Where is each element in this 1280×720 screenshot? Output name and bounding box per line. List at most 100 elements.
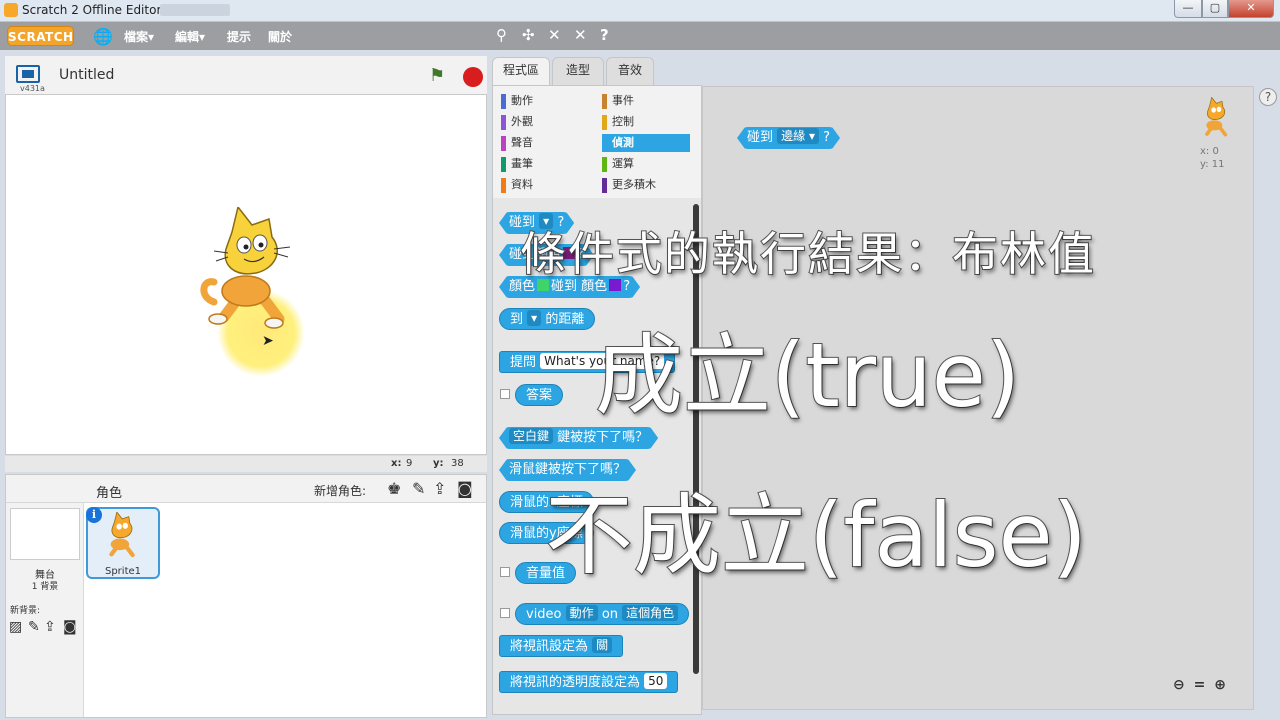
mouse-y-value: 38: [451, 458, 464, 469]
category-pen[interactable]: 畫筆: [501, 155, 589, 173]
category-list: 動作 外觀 聲音 畫筆 資料 事件 控制 偵測 運算 更多積木: [493, 86, 701, 198]
category-data[interactable]: 資料: [501, 176, 589, 194]
block-video-motion[interactable]: video 動作 on 這個角色: [515, 603, 690, 625]
backdrop-count: 1 背景: [31, 582, 59, 592]
sprite-panel-header: 角色 新增角色: ♚ ✎ ⇪ ◙: [6, 475, 486, 503]
mouse-pointer-icon: ➤: [262, 333, 274, 349]
category-sensing[interactable]: 偵測: [602, 134, 690, 152]
answer-checkbox[interactable]: [500, 389, 510, 399]
green-flag-icon[interactable]: ⚑: [429, 65, 445, 86]
category-color: [501, 157, 506, 172]
grow-icon[interactable]: ✕: [548, 26, 561, 44]
window-title: Scratch 2 Offline Editor: [22, 3, 162, 17]
minimize-button[interactable]: —: [1174, 0, 1202, 18]
category-label: 事件: [612, 94, 634, 107]
canvas-block-touching-edge[interactable]: 碰到 邊緣 ▾ ?: [737, 127, 840, 149]
caption-true: 成立(true): [594, 323, 1021, 428]
fullscreen-icon[interactable]: [16, 65, 40, 83]
scratch-logo[interactable]: SCRATCH: [7, 26, 74, 46]
stage-canvas[interactable]: ➤: [5, 94, 487, 455]
category-operators[interactable]: 運算: [602, 155, 690, 173]
category-label: 運算: [612, 157, 634, 170]
menu-edit[interactable]: 編輯▾: [175, 28, 205, 45]
backdrop-library-icon[interactable]: ▨: [9, 619, 22, 635]
category-color: [602, 157, 607, 172]
category-more-blocks[interactable]: 更多積木: [602, 176, 690, 194]
zoom-out-icon[interactable]: ⊖: [1173, 677, 1185, 693]
stop-icon[interactable]: [463, 67, 483, 87]
menu-about[interactable]: 關於: [268, 28, 292, 45]
caption-false: 不成立(false): [544, 483, 1088, 588]
mouse-y-label: y:: [433, 458, 444, 469]
category-color: [602, 178, 607, 193]
duplicate-stamp-icon[interactable]: ⚲: [496, 26, 507, 44]
shrink-icon[interactable]: ✕: [574, 26, 587, 44]
sprites-label: 角色: [96, 486, 123, 501]
category-looks[interactable]: 外觀: [501, 113, 589, 131]
category-label: 偵測: [612, 136, 634, 149]
category-sound[interactable]: 聲音: [501, 134, 589, 152]
category-events[interactable]: 事件: [602, 92, 690, 110]
category-color: [501, 115, 506, 130]
video-dropdown[interactable]: 動作: [565, 605, 598, 621]
current-sprite-icon: [1205, 97, 1228, 137]
category-color: [602, 115, 607, 130]
category-motion[interactable]: 動作: [501, 92, 589, 110]
sprite-cat-thumbnail: [109, 512, 135, 558]
delete-cut-icon[interactable]: ✣: [522, 26, 535, 44]
edge-dropdown[interactable]: 邊緣 ▾: [777, 128, 819, 144]
tab-costumes[interactable]: 造型: [552, 57, 604, 85]
loudness-checkbox[interactable]: [500, 567, 510, 577]
stage-column: 舞台 1 背景 新背景: ▨ ✎ ⇪ ◙: [6, 503, 84, 717]
upload-backdrop-icon[interactable]: ⇪: [44, 619, 56, 635]
block-turn-video[interactable]: 將視訊設定為 關: [499, 635, 624, 657]
camera-backdrop-icon[interactable]: ◙: [63, 619, 77, 635]
camera-sprite-icon[interactable]: ◙: [457, 479, 473, 498]
video-state-dropdown[interactable]: 關: [592, 637, 613, 653]
block-help-icon[interactable]: ?: [600, 26, 609, 44]
target-dropdown[interactable]: 這個角色: [622, 605, 679, 621]
category-label: 畫筆: [511, 157, 533, 170]
menu-file[interactable]: 檔案▾: [124, 28, 154, 45]
stage-thumbnail[interactable]: [10, 508, 80, 560]
project-title[interactable]: Untitled: [59, 67, 114, 83]
block-answer[interactable]: 答案: [515, 384, 564, 406]
zoom-in-icon[interactable]: ⊕: [1214, 677, 1226, 693]
block-text: ?: [823, 130, 831, 145]
menu-tips[interactable]: 提示: [227, 28, 251, 45]
block-text: 的距離: [545, 312, 585, 327]
window-subtitle-blur: [160, 4, 230, 16]
block-text: on: [601, 607, 619, 622]
globe-icon[interactable]: 🌐: [93, 27, 113, 46]
help-icon[interactable]: ?: [1259, 88, 1277, 106]
menu-bar: SCRATCH 🌐 檔案▾ 編輯▾ 提示 關於 ⚲ ✣ ✕ ✕ ?: [0, 22, 1280, 50]
transparency-input[interactable]: 50: [644, 673, 668, 689]
close-button[interactable]: ✕: [1228, 0, 1274, 18]
block-text: 將視訊設定為: [510, 639, 589, 654]
cat-sprite[interactable]: [194, 207, 314, 337]
version-label: v431a: [20, 84, 45, 93]
paint-backdrop-icon[interactable]: ✎: [28, 619, 40, 635]
new-sprite-label: 新增角色:: [314, 484, 367, 498]
block-video-transparency[interactable]: 將視訊的透明度設定為 50: [499, 671, 679, 693]
sprite-thumbnail[interactable]: i Sprite1: [86, 507, 160, 579]
tab-sounds[interactable]: 音效: [606, 57, 654, 85]
dropdown-slot[interactable]: ▾: [527, 310, 542, 326]
caption-boolean-result: 條件式的執行結果：布林值: [519, 226, 1096, 282]
block-text: 到: [510, 312, 524, 327]
category-label: 聲音: [511, 136, 533, 149]
key-dropdown[interactable]: 空白鍵: [509, 428, 553, 444]
category-control[interactable]: 控制: [602, 113, 690, 131]
block-distance-to[interactable]: 到 ▾ 的距離: [499, 308, 596, 330]
zoom-reset-icon[interactable]: =: [1194, 677, 1206, 693]
upload-sprite-icon[interactable]: ⇪: [433, 479, 446, 498]
paint-new-sprite-icon[interactable]: ✎: [412, 479, 425, 498]
category-label: 更多積木: [612, 178, 656, 191]
video-checkbox[interactable]: [500, 608, 510, 618]
stage-header: v431a Untitled ⚑: [5, 56, 487, 94]
sprite-name: Sprite1: [104, 566, 142, 577]
sprite-y: y: 11: [1200, 159, 1225, 170]
maximize-button[interactable]: ▢: [1202, 0, 1228, 18]
tab-scripts[interactable]: 程式區: [492, 57, 550, 85]
choose-sprite-library-icon[interactable]: ♚: [387, 479, 401, 498]
